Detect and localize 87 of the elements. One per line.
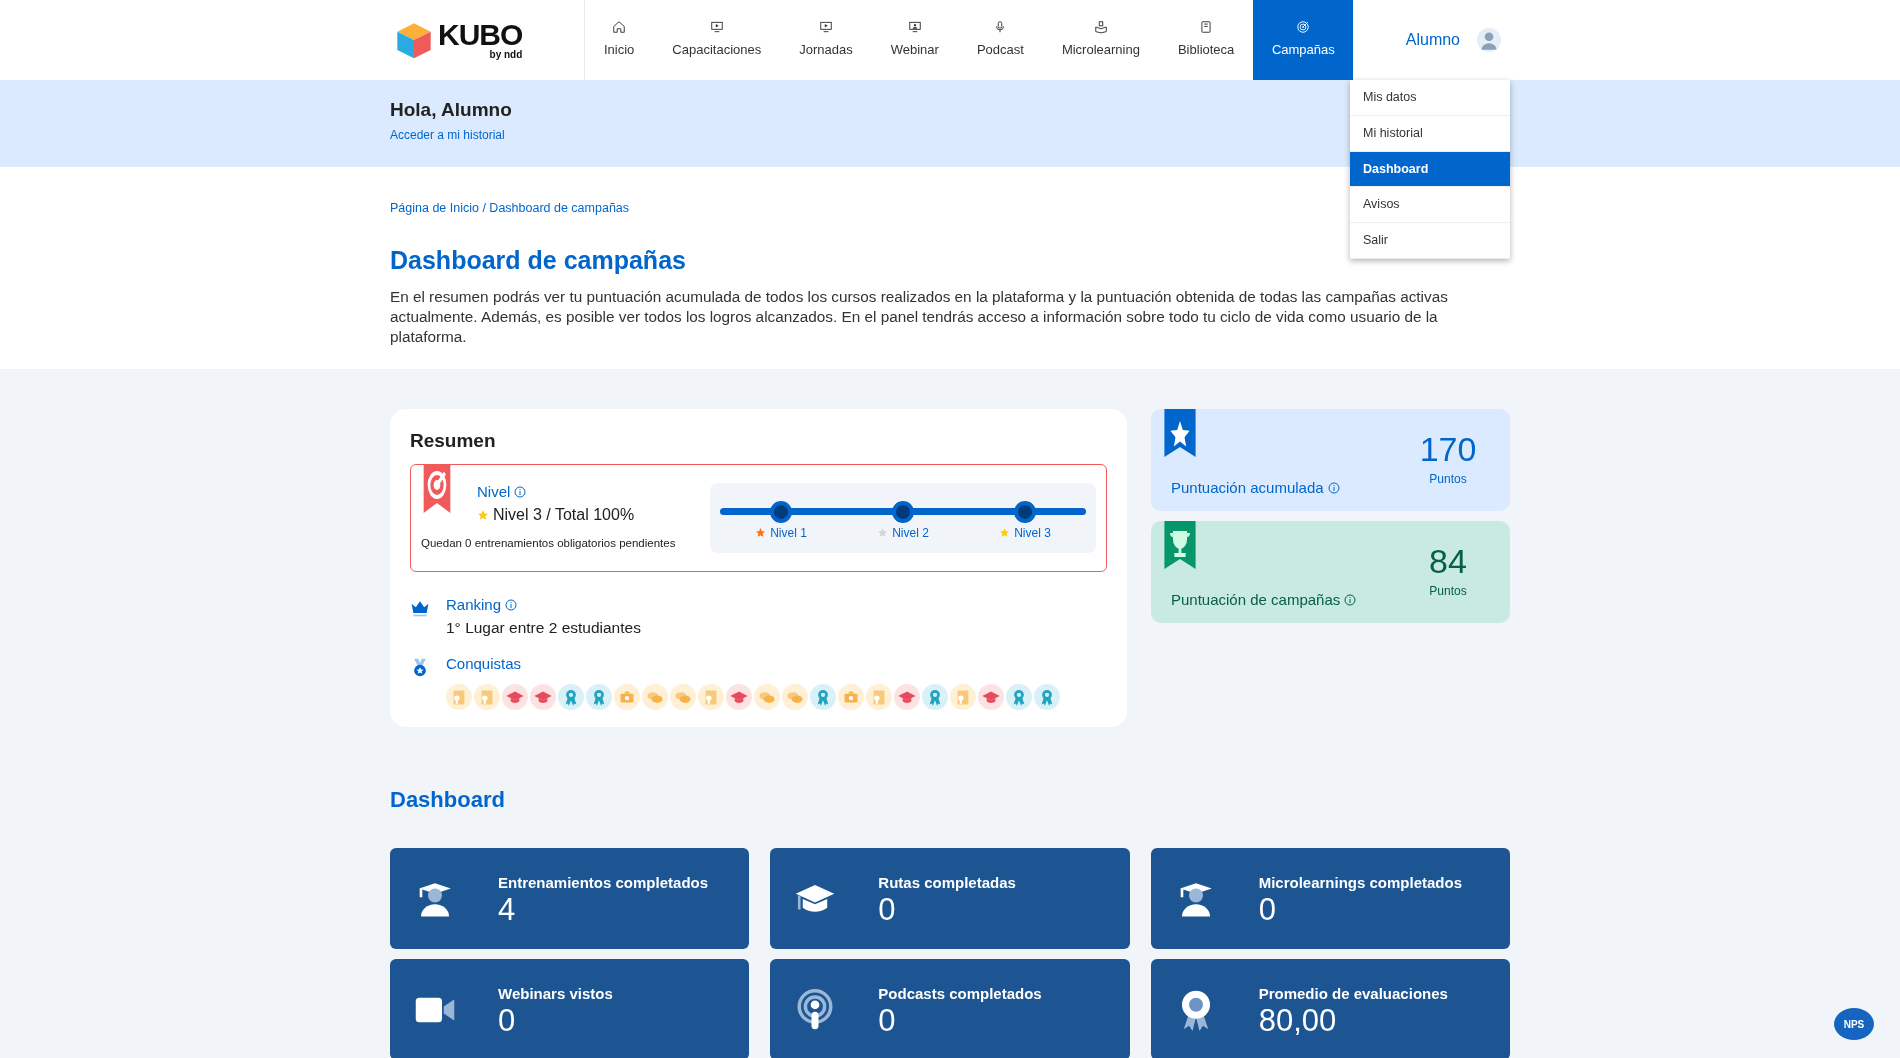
info-icon bbox=[1344, 594, 1357, 607]
graduation-cap-badge-icon bbox=[978, 683, 1004, 710]
nav-tab[interactable]: Campañas bbox=[1253, 0, 1354, 80]
page-title: Dashboard de campañas bbox=[390, 245, 686, 275]
ranking-label: Ranking bbox=[446, 594, 502, 615]
achievements-label: Conquistas bbox=[446, 654, 522, 675]
info-icon bbox=[514, 485, 527, 498]
level-step-label: Nivel 3 bbox=[1014, 524, 1051, 542]
home-icon bbox=[612, 20, 627, 35]
nav-tab[interactable]: Jornadas bbox=[780, 0, 872, 80]
star-icon bbox=[477, 509, 489, 521]
user-name-link[interactable]: Alumno bbox=[1405, 28, 1460, 52]
stat-label: Promedio de evaluaciones bbox=[1258, 983, 1448, 1004]
info-icon bbox=[1327, 482, 1340, 495]
info-icon bbox=[505, 598, 518, 611]
monitor-person-icon bbox=[907, 20, 922, 35]
monitor-play-icon bbox=[819, 20, 833, 35]
nav-tab[interactable]: Podcast bbox=[957, 0, 1043, 80]
graduation-cap-badge-icon bbox=[502, 683, 528, 710]
camera-badge-icon bbox=[838, 683, 864, 710]
level-step-label: Nivel 2 bbox=[892, 524, 929, 542]
stat-value: 0 bbox=[498, 1005, 517, 1037]
ranking-value: 1° Lugar entre 2 estudiantes bbox=[446, 618, 641, 638]
rosette-badge-icon bbox=[1034, 683, 1060, 710]
nav-tab[interactable]: Biblioteca bbox=[1158, 0, 1254, 80]
graduation-cap-badge-icon bbox=[894, 683, 920, 710]
score-label: Puntuación de campañas bbox=[1171, 590, 1341, 610]
level-step-label: Nivel 1 bbox=[770, 524, 807, 542]
rosette-badge-icon bbox=[558, 683, 584, 710]
level-value: Nivel 3 / Total 100% bbox=[493, 505, 635, 525]
star-ribbon-icon bbox=[1163, 409, 1197, 457]
monitor-play-icon bbox=[709, 20, 724, 35]
intro-paragraph: En el resumen podrás ver tu puntuación acumulada de todos los cursos realizados en la plataforma y la puntuación obtenida de todas las campañas activas actualmente. Además, es posible ver todos los logros alcanzados. En el panel tendrás acceso a información sobre todo tu ciclo de vida como usuario de la plataforma. bbox=[390, 287, 1449, 347]
rosette-badge-icon bbox=[810, 683, 836, 710]
score-unit: Puntos bbox=[1429, 583, 1467, 600]
camera-badge-icon bbox=[614, 683, 640, 710]
menu-item[interactable]: Salir bbox=[1350, 223, 1510, 259]
chat-badge-icon bbox=[782, 683, 808, 710]
trophy-ribbon-icon bbox=[1163, 521, 1197, 569]
certificate-badge-icon bbox=[866, 683, 892, 710]
logo-byline: by ndd bbox=[489, 50, 523, 60]
stat-label: Rutas completadas bbox=[878, 872, 1016, 893]
rosette-badge-icon bbox=[586, 683, 612, 710]
stat-value: 0 bbox=[1258, 894, 1277, 926]
rosette-badge-icon bbox=[922, 683, 948, 710]
nav-tab[interactable]: Capacitaciones bbox=[653, 0, 781, 80]
graduation-cap-badge-icon bbox=[726, 683, 752, 710]
certificate-badge-icon bbox=[698, 683, 724, 710]
logo-wordmark: KUBO bbox=[438, 20, 523, 50]
stat-label: Podcasts completados bbox=[878, 983, 1042, 1004]
certificate-badge-icon bbox=[446, 683, 472, 710]
nav-tab[interactable]: Webinar bbox=[871, 0, 958, 80]
stat-value: 0 bbox=[878, 894, 897, 926]
stat-label: Microlearnings completados bbox=[1258, 872, 1463, 893]
book-icon bbox=[1199, 20, 1214, 35]
stat-value: 0 bbox=[878, 1005, 897, 1037]
menu-item[interactable]: Dashboard bbox=[1350, 151, 1510, 188]
nav-tab[interactable]: Inicio bbox=[585, 0, 654, 80]
certificate-badge-icon bbox=[474, 683, 500, 710]
score-label: Puntuación acumulada bbox=[1171, 478, 1324, 498]
dashboard-title: Dashboard bbox=[390, 786, 506, 814]
summary-title: Resumen bbox=[410, 429, 497, 453]
score-unit: Puntos bbox=[1429, 471, 1467, 488]
menu-item[interactable]: Mis datos bbox=[1350, 80, 1510, 116]
chat-badge-icon bbox=[642, 683, 668, 710]
menu-item[interactable]: Avisos bbox=[1350, 187, 1510, 223]
chat-badge-icon bbox=[670, 683, 696, 710]
nav-tab[interactable]: Microlearning bbox=[1042, 0, 1159, 80]
stat-value: 80,00 bbox=[1258, 1005, 1338, 1037]
stat-label: Entrenamientos completados bbox=[498, 872, 709, 893]
stat-label: Webinars vistos bbox=[498, 983, 613, 1004]
level-label: Nivel bbox=[477, 481, 511, 502]
pending-note: Quedan 0 entrenamientos obligatorios pendientes bbox=[421, 536, 676, 551]
breadcrumb-link[interactable]: Página de Inicio / Dashboard de campañas bbox=[390, 199, 630, 218]
menu-item[interactable]: Mi historial bbox=[1350, 115, 1510, 152]
score-value: 84 bbox=[1429, 544, 1467, 578]
avatar-icon bbox=[1476, 25, 1502, 55]
history-link[interactable]: Acceder a mi historial bbox=[390, 125, 505, 144]
greeting-title: Hola, Alumno bbox=[390, 99, 512, 122]
chat-badge-icon bbox=[754, 683, 780, 710]
rosette-badge-icon bbox=[1006, 683, 1032, 710]
target-icon bbox=[1296, 20, 1311, 35]
graduation-cap-badge-icon bbox=[530, 683, 556, 710]
nps-chat-button[interactable]: NPS bbox=[1834, 1008, 1874, 1040]
score-value: 170 bbox=[1419, 432, 1477, 466]
stat-value: 4 bbox=[498, 894, 517, 926]
certificate-badge-icon bbox=[950, 683, 976, 710]
